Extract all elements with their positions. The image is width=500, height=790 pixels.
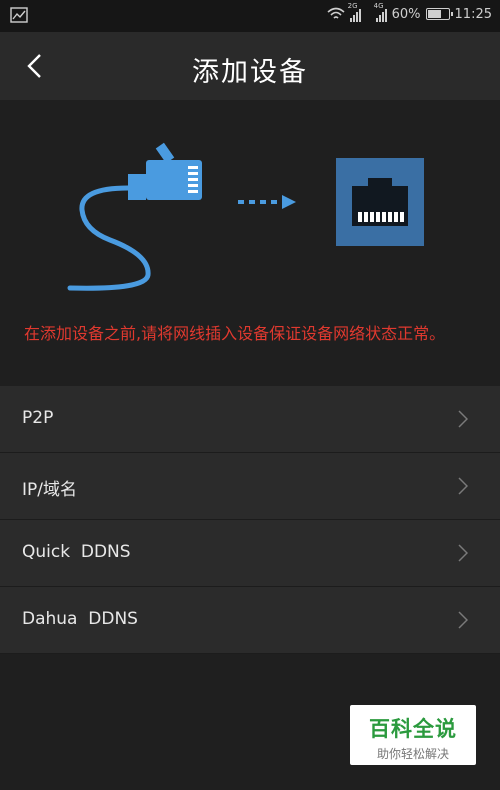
menu-item-label: Dahua DDNS <box>22 609 138 629</box>
device-type-list: P2P IP/域名 Quick DDNS Dahua DDNS <box>0 386 500 654</box>
battery-percent: 60% <box>391 6 421 22</box>
watermark-subtitle: 助你轻松解决 <box>376 747 449 761</box>
menu-item-p2p[interactable]: P2P <box>0 386 500 453</box>
ethernet-port-icon <box>336 158 424 246</box>
menu-item-quick-ddns[interactable]: Quick DDNS <box>0 520 500 587</box>
gallery-icon <box>10 7 28 23</box>
clock: 11:25 <box>454 6 492 22</box>
chevron-right-icon <box>458 410 468 428</box>
chevron-right-icon <box>458 544 468 562</box>
chevron-right-icon <box>458 477 468 495</box>
network-tag-1: 2G <box>347 2 358 10</box>
network-notice: 在添加设备之前,请将网线插入设备保证设备网络状态正常。 <box>24 324 446 343</box>
ethernet-cable-icon <box>67 142 202 291</box>
signal-icon-2: 4G <box>374 2 387 22</box>
battery-icon <box>425 8 453 20</box>
menu-item-label: IP/域名 <box>22 480 77 500</box>
connection-illustration <box>67 142 424 291</box>
app-bar: 添加设备 <box>0 32 500 100</box>
wifi-icon <box>327 7 345 19</box>
menu-item-label: P2P <box>22 408 54 428</box>
signal-icon-1: 2G <box>348 2 361 22</box>
watermark-logo: 百科全说 助你轻松解决 <box>350 705 476 765</box>
menu-item-ip-domain[interactable]: IP/域名 <box>0 453 500 520</box>
status-bar: 2G 4G 60% 11:25 <box>0 0 500 32</box>
chevron-right-icon <box>458 611 468 629</box>
network-tag-2: 4G <box>373 2 384 10</box>
page-title: 添加设备 <box>192 57 308 88</box>
dashed-arrow-icon <box>238 195 296 209</box>
watermark-title: 百科全说 <box>369 717 457 741</box>
menu-item-dahua-ddns[interactable]: Dahua DDNS <box>0 587 500 654</box>
menu-item-label: Quick DDNS <box>22 542 131 562</box>
